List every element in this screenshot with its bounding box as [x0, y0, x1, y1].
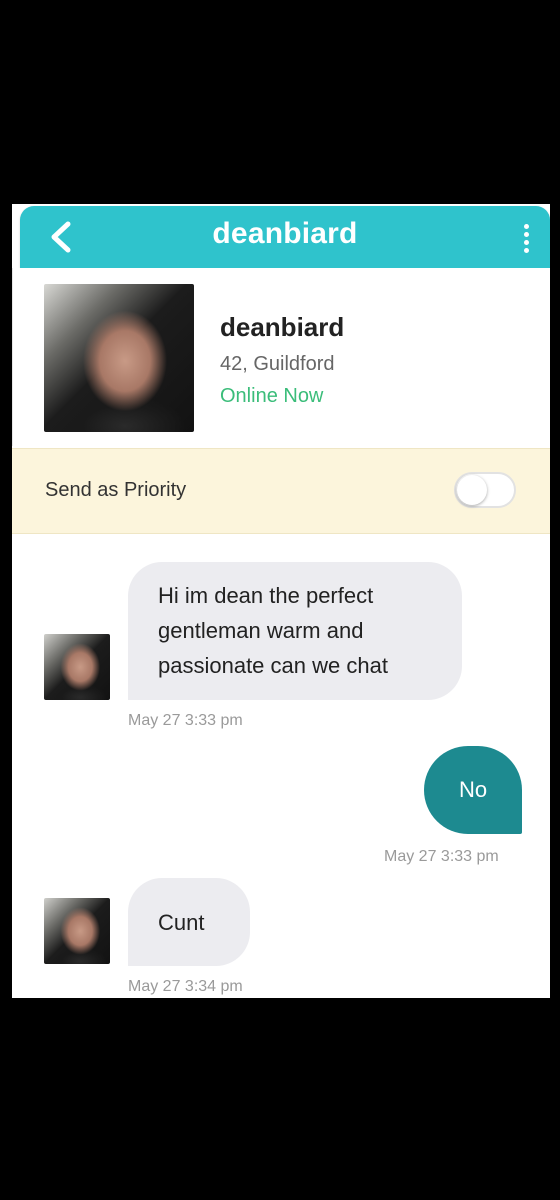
- incoming-message-bubble[interactable]: Hi im dean the perfect gentleman warm an…: [128, 562, 462, 700]
- header-bar: deanbiard: [20, 206, 550, 268]
- priority-row: Send as Priority: [12, 448, 550, 534]
- priority-toggle[interactable]: [454, 472, 516, 508]
- vertical-dots-icon: [518, 224, 534, 253]
- screenshot-frame: deanbiard deanbiard 42, Guildford Online…: [0, 0, 560, 1200]
- outgoing-message-bubble[interactable]: No: [424, 746, 522, 834]
- toggle-knob: [457, 475, 487, 505]
- message-list[interactable]: Hi im dean the perfect gentleman warm an…: [12, 534, 550, 998]
- online-status: Online Now: [220, 385, 324, 407]
- message-timestamp: May 27 3:33 pm: [128, 712, 243, 729]
- header-title: deanbiard: [212, 217, 358, 250]
- profile-age-location: 42, Guildford: [220, 353, 335, 375]
- profile-summary: deanbiard 42, Guildford Online Now: [12, 268, 550, 446]
- priority-label: Send as Priority: [45, 479, 187, 501]
- message-timestamp: May 27 3:33 pm: [384, 848, 499, 865]
- message-text: No: [458, 777, 488, 802]
- message-text: Hi im dean the perfect gentleman warm an…: [158, 583, 388, 678]
- chat-screen: deanbiard deanbiard 42, Guildford Online…: [12, 204, 550, 998]
- message-text: Cunt: [158, 910, 205, 935]
- profile-username[interactable]: deanbiard: [220, 312, 344, 343]
- sender-avatar[interactable]: [44, 898, 110, 964]
- sender-avatar[interactable]: [44, 634, 110, 700]
- profile-photo[interactable]: [44, 284, 194, 432]
- incoming-message-bubble[interactable]: Cunt: [128, 878, 250, 966]
- message-timestamp: May 27 3:34 pm: [128, 978, 243, 995]
- more-options-button[interactable]: [518, 216, 534, 258]
